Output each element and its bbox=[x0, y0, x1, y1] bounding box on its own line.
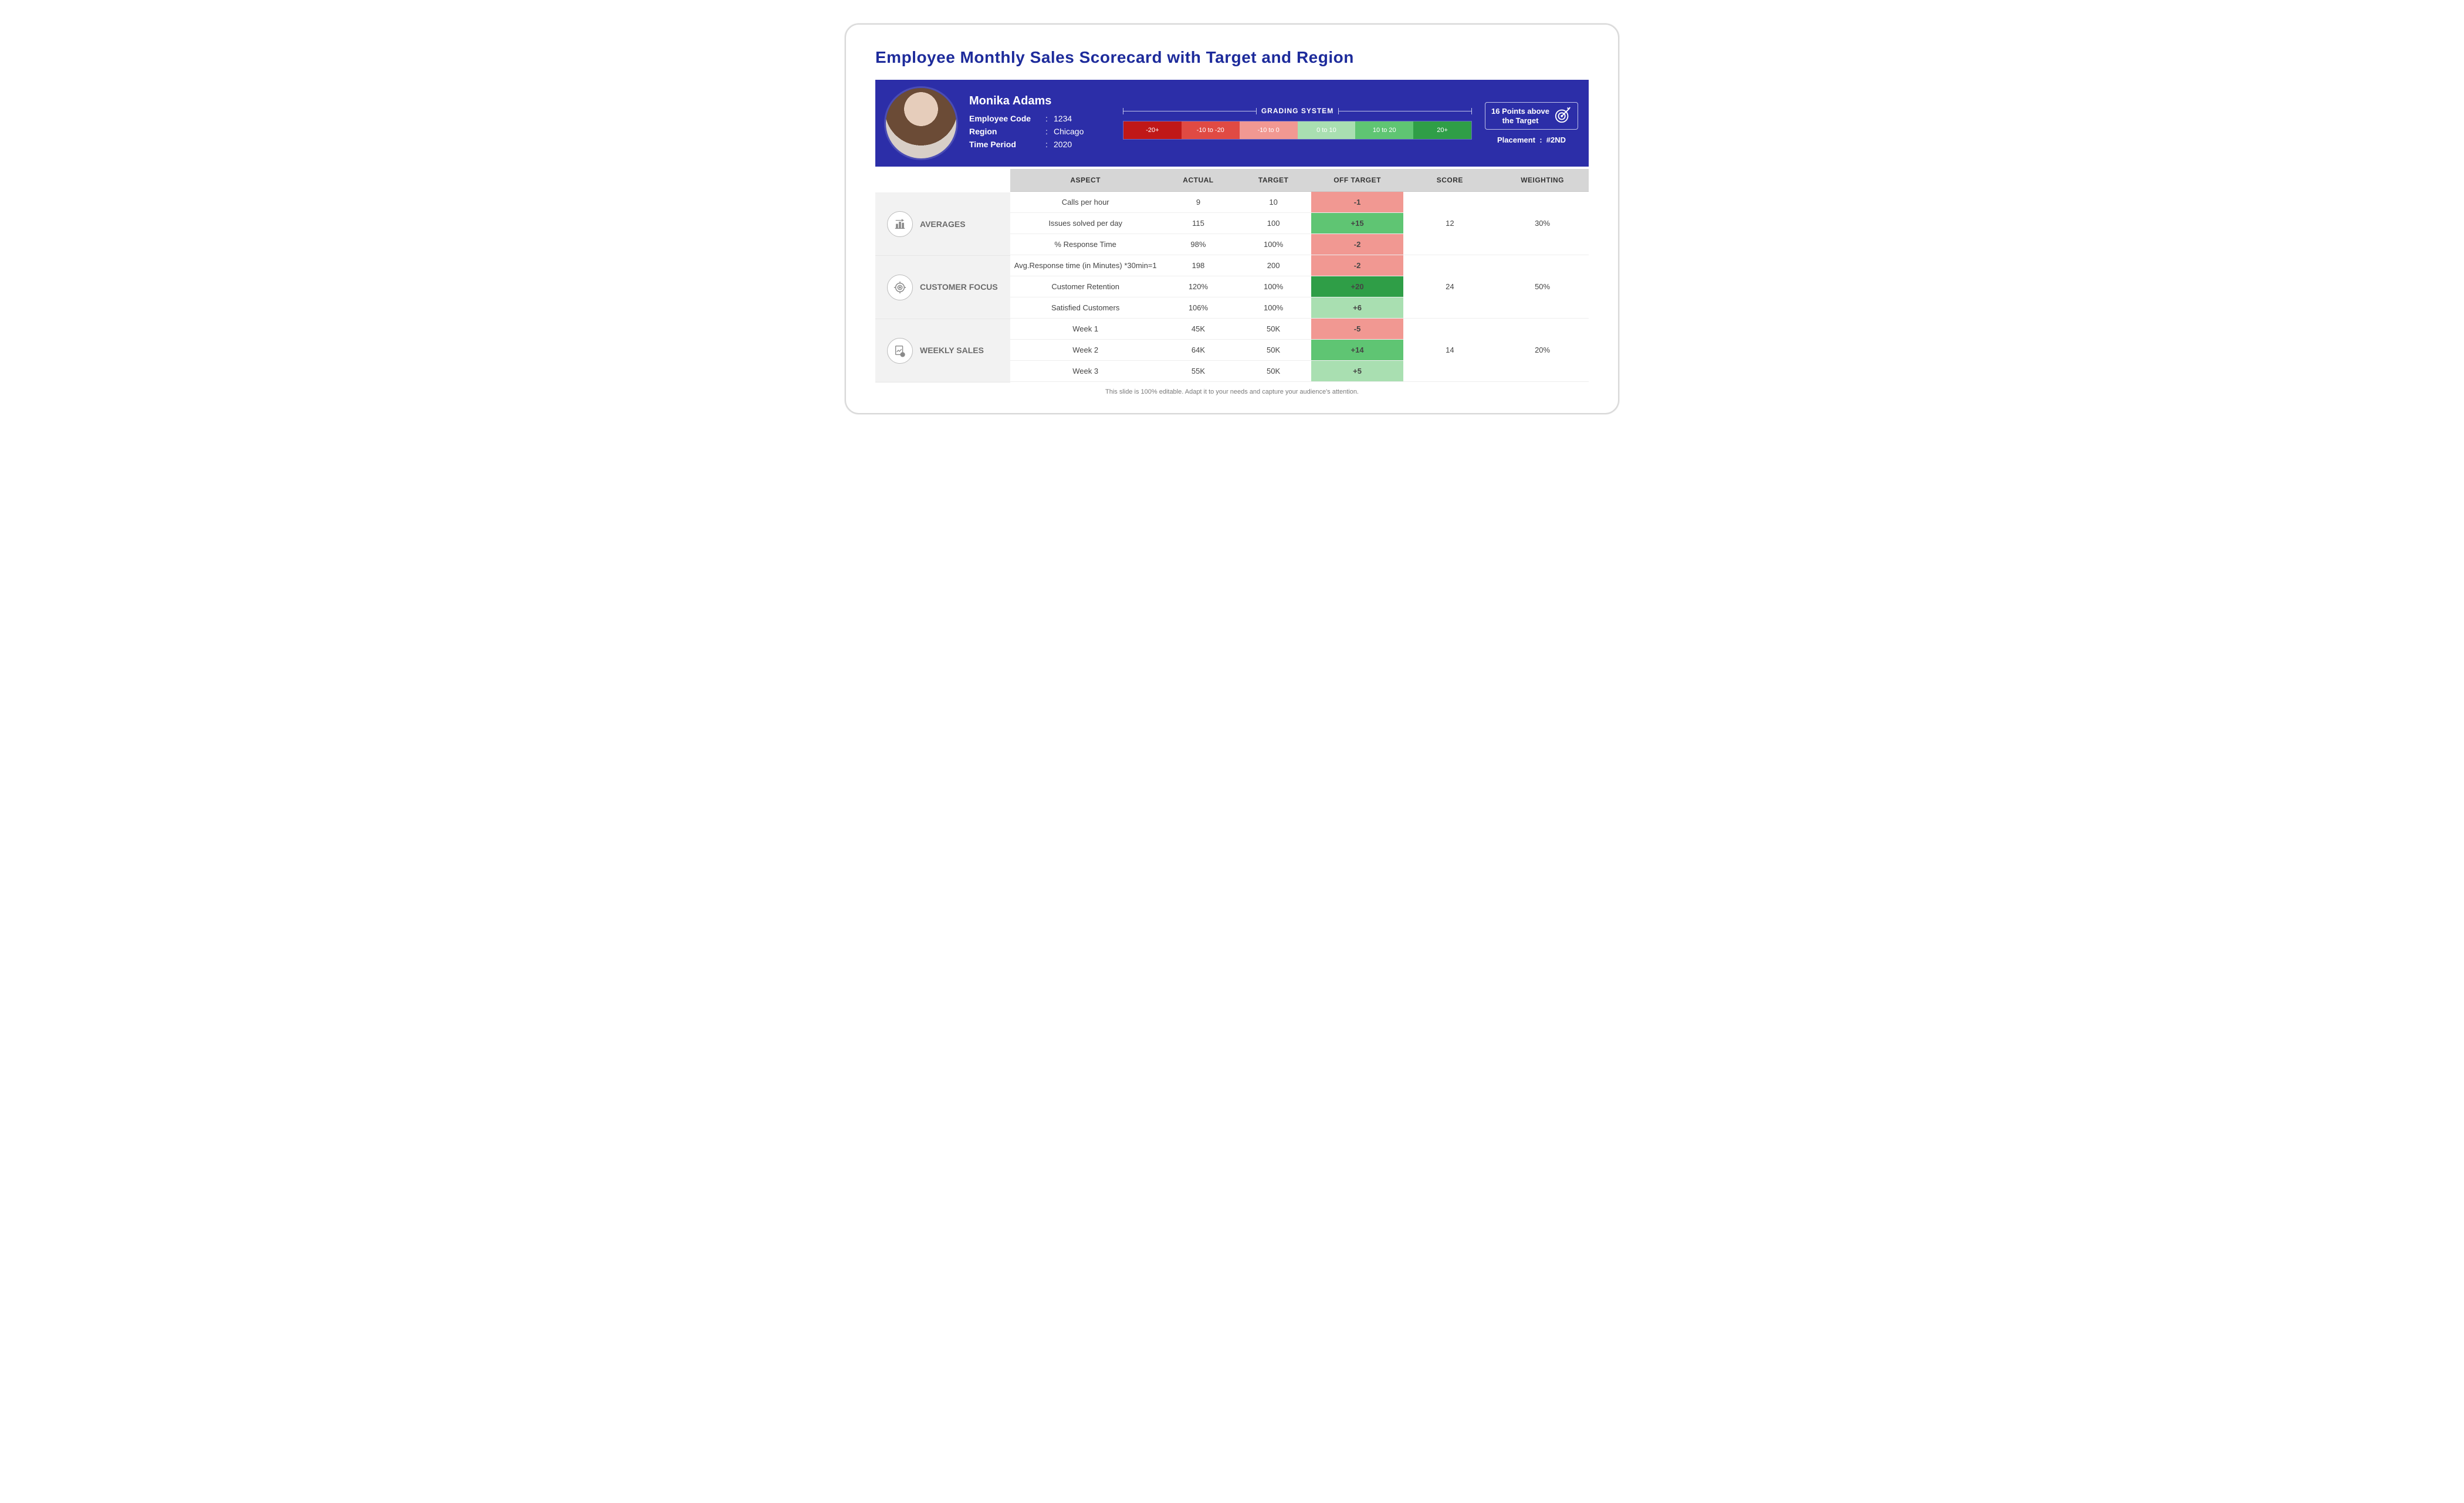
aspect-cell: Week 1 bbox=[1010, 319, 1160, 340]
employee-code-label: Employee Code bbox=[969, 114, 1045, 123]
score-cell: 14 bbox=[1403, 319, 1496, 382]
bullseye-icon bbox=[1554, 106, 1572, 126]
points-line2: the Target bbox=[1491, 116, 1549, 126]
actual-cell: 106% bbox=[1160, 297, 1236, 319]
aspect-cell: Issues solved per day bbox=[1010, 213, 1160, 234]
category-label: AVERAGES bbox=[920, 219, 966, 229]
aspect-cell: Week 3 bbox=[1010, 361, 1160, 382]
category-cell-customer-focus: CUSTOMER FOCUS bbox=[875, 256, 1010, 319]
score-cell: 24 bbox=[1403, 255, 1496, 319]
sales-report-icon: $ bbox=[887, 338, 913, 364]
avatar bbox=[886, 88, 956, 158]
category-cell-averages: AVERAGES bbox=[875, 192, 1010, 256]
th-target: TARGET bbox=[1236, 169, 1311, 192]
target-cell: 10 bbox=[1236, 192, 1311, 213]
employee-region-label: Region bbox=[969, 127, 1045, 136]
grade-cell: -20+ bbox=[1123, 121, 1182, 139]
th-weighting: WEIGHTING bbox=[1496, 169, 1589, 192]
employee-header-band: Monika Adams Employee Code : 1234 Region… bbox=[875, 80, 1589, 167]
table-row: Calls per hour910-11230% bbox=[1010, 192, 1589, 213]
table-row: Avg.Response time (in Minutes) *30min=11… bbox=[1010, 255, 1589, 276]
target-cell: 100% bbox=[1236, 276, 1311, 297]
grade-cell: -10 to -20 bbox=[1182, 121, 1240, 139]
off-target-cell: +20 bbox=[1311, 276, 1404, 297]
placement-label: Placement bbox=[1497, 136, 1535, 144]
target-cell: 50K bbox=[1236, 319, 1311, 340]
actual-cell: 55K bbox=[1160, 361, 1236, 382]
slide-frame: Employee Monthly Sales Scorecard with Ta… bbox=[845, 23, 1619, 414]
off-target-cell: -5 bbox=[1311, 319, 1404, 340]
footnote: This slide is 100% editable. Adapt it to… bbox=[875, 388, 1589, 395]
th-actual: ACTUAL bbox=[1160, 169, 1236, 192]
grading-title: GRADING SYSTEM bbox=[1261, 107, 1333, 115]
grade-cell: 10 to 20 bbox=[1355, 121, 1413, 139]
bar-chart-icon bbox=[887, 211, 913, 237]
target-icon bbox=[887, 275, 913, 300]
off-target-cell: -2 bbox=[1311, 255, 1404, 276]
th-offtarget: OFF TARGET bbox=[1311, 169, 1404, 192]
employee-region-value: Chicago bbox=[1054, 127, 1084, 136]
aspect-cell: % Response Time bbox=[1010, 234, 1160, 255]
off-target-cell: +6 bbox=[1311, 297, 1404, 319]
grade-cell: -10 to 0 bbox=[1240, 121, 1298, 139]
target-cell: 50K bbox=[1236, 340, 1311, 361]
weighting-cell: 20% bbox=[1496, 319, 1589, 382]
target-cell: 200 bbox=[1236, 255, 1311, 276]
category-label: CUSTOMER FOCUS bbox=[920, 282, 998, 292]
target-cell: 100% bbox=[1236, 297, 1311, 319]
category-column: AVERAGES CUSTOMER FOCUS $ WEEKLY SALES bbox=[875, 169, 1010, 382]
off-target-cell: -2 bbox=[1311, 234, 1404, 255]
employee-period-value: 2020 bbox=[1054, 140, 1072, 149]
employee-period-label: Time Period bbox=[969, 140, 1045, 149]
placement-summary: 16 Points above the Target Placement : #… bbox=[1485, 102, 1578, 144]
category-cell-weekly-sales: $ WEEKLY SALES bbox=[875, 319, 1010, 382]
grade-cell: 20+ bbox=[1413, 121, 1471, 139]
aspect-cell: Satisfied Customers bbox=[1010, 297, 1160, 319]
off-target-cell: +5 bbox=[1311, 361, 1404, 382]
off-target-cell: +15 bbox=[1311, 213, 1404, 234]
aspect-cell: Avg.Response time (in Minutes) *30min=1 bbox=[1010, 255, 1160, 276]
actual-cell: 45K bbox=[1160, 319, 1236, 340]
weighting-cell: 50% bbox=[1496, 255, 1589, 319]
aspect-cell: Customer Retention bbox=[1010, 276, 1160, 297]
th-score: SCORE bbox=[1403, 169, 1496, 192]
grading-scale: -20+ -10 to -20 -10 to 0 0 to 10 10 to 2… bbox=[1123, 121, 1472, 140]
weighting-cell: 30% bbox=[1496, 192, 1589, 255]
points-above-target: 16 Points above the Target bbox=[1485, 102, 1578, 130]
score-cell: 12 bbox=[1403, 192, 1496, 255]
employee-name: Monika Adams bbox=[969, 94, 1110, 108]
target-cell: 100% bbox=[1236, 234, 1311, 255]
target-cell: 50K bbox=[1236, 361, 1311, 382]
actual-cell: 98% bbox=[1160, 234, 1236, 255]
actual-cell: 9 bbox=[1160, 192, 1236, 213]
grading-system: GRADING SYSTEM -20+ -10 to -20 -10 to 0 … bbox=[1123, 107, 1472, 140]
score-table: AVERAGES CUSTOMER FOCUS $ WEEKLY SALES bbox=[875, 169, 1589, 382]
actual-cell: 120% bbox=[1160, 276, 1236, 297]
actual-cell: 198 bbox=[1160, 255, 1236, 276]
actual-cell: 64K bbox=[1160, 340, 1236, 361]
score-data-table: ASPECT ACTUAL TARGET OFF TARGET SCORE WE… bbox=[1010, 169, 1589, 382]
actual-cell: 115 bbox=[1160, 213, 1236, 234]
aspect-cell: Week 2 bbox=[1010, 340, 1160, 361]
aspect-cell: Calls per hour bbox=[1010, 192, 1160, 213]
table-header-row: ASPECT ACTUAL TARGET OFF TARGET SCORE WE… bbox=[1010, 169, 1589, 192]
table-row: Week 145K50K-51420% bbox=[1010, 319, 1589, 340]
employee-code-value: 1234 bbox=[1054, 114, 1072, 123]
target-cell: 100 bbox=[1236, 213, 1311, 234]
off-target-cell: +14 bbox=[1311, 340, 1404, 361]
points-line1: 16 Points above bbox=[1491, 107, 1549, 116]
category-label: WEEKLY SALES bbox=[920, 346, 984, 356]
grade-cell: 0 to 10 bbox=[1298, 121, 1356, 139]
placement-value: #2ND bbox=[1546, 136, 1566, 144]
off-target-cell: -1 bbox=[1311, 192, 1404, 213]
page-title: Employee Monthly Sales Scorecard with Ta… bbox=[875, 48, 1589, 67]
employee-info: Monika Adams Employee Code : 1234 Region… bbox=[969, 94, 1110, 153]
th-aspect: ASPECT bbox=[1010, 169, 1160, 192]
